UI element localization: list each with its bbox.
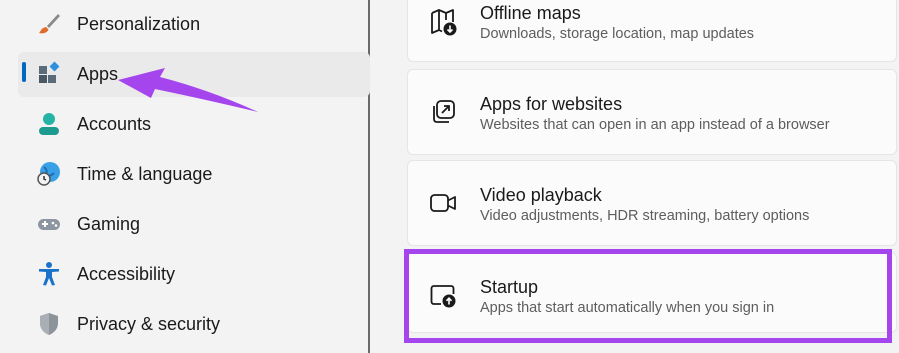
sidebar-item-time-language[interactable]: Time & language	[18, 152, 370, 197]
settings-card-video-playback[interactable]: Video playback Video adjustments, HDR st…	[407, 160, 897, 246]
sidebar-item-personalization[interactable]: Personalization	[18, 2, 370, 47]
globe-clock-icon	[36, 161, 62, 187]
settings-window: Personalization Apps Accounts Time & lan…	[0, 0, 899, 353]
card-title: Apps for websites	[480, 94, 623, 114]
sidebar-item-accessibility[interactable]: Accessibility	[18, 252, 370, 297]
settings-card-offline-maps[interactable]: Offline maps Downloads, storage location…	[407, 0, 897, 62]
settings-card-apps-for-websites[interactable]: Apps for websites Websites that can open…	[407, 69, 897, 155]
sidebar-item-label: Gaming	[77, 214, 141, 234]
selection-indicator	[22, 62, 26, 82]
sidebar-item-label: Time & language	[77, 164, 213, 184]
sidebar-item-privacy-security[interactable]: Privacy & security	[18, 302, 370, 347]
shield-icon	[36, 311, 62, 337]
sidebar-item-gaming[interactable]: Gaming	[18, 202, 370, 247]
card-title: Video playback	[480, 185, 602, 205]
annotation-arrow	[118, 68, 258, 112]
accessibility-icon	[36, 261, 62, 287]
video-camera-icon	[428, 188, 458, 218]
sidebar-item-label: Accessibility	[77, 264, 176, 284]
sidebar-item-label: Privacy & security	[77, 314, 221, 334]
card-subtitle: Websites that can open in an app instead…	[480, 117, 830, 133]
card-title: Offline maps	[480, 3, 581, 23]
sidebar-item-label: Personalization	[77, 14, 201, 34]
sidebar-nav: Personalization Apps Accounts Time & lan…	[0, 0, 370, 353]
offline-map-icon	[428, 7, 458, 37]
card-subtitle: Video adjustments, HDR streaming, batter…	[480, 208, 810, 224]
annotation-highlight-box	[404, 249, 892, 343]
open-in-app-icon	[428, 97, 458, 127]
card-subtitle: Downloads, storage location, map updates	[480, 26, 755, 42]
gamepad-icon	[36, 211, 62, 237]
paintbrush-icon	[36, 11, 62, 37]
apps-icon	[36, 61, 62, 87]
person-icon	[36, 111, 62, 137]
